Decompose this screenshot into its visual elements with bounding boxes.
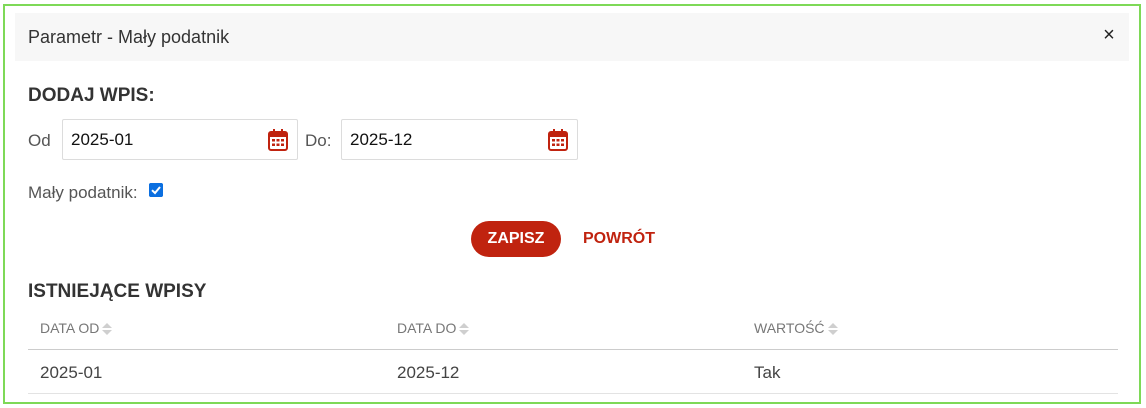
table-row-divider: [28, 393, 1118, 394]
calendar-icon[interactable]: [548, 129, 568, 151]
table-cell-date-from: 2025-01: [40, 363, 103, 382]
from-date-input[interactable]: [71, 120, 251, 159]
save-button[interactable]: ZAPISZ: [471, 221, 561, 257]
from-date-field[interactable]: [62, 119, 298, 160]
to-label: Do:: [305, 131, 332, 150]
table-cell-value: Tak: [754, 363, 781, 382]
add-entry-title: DODAJ WPIS:: [28, 85, 155, 106]
table-header-divider: [28, 349, 1118, 350]
dialog-title: Parametr - Mały podatnik: [28, 27, 230, 47]
sort-icon: [459, 323, 470, 336]
dialog-header: Parametr - Mały podatnik ×: [15, 13, 1129, 61]
column-header-date-from[interactable]: DATA OD: [40, 320, 113, 336]
existing-entries-title: ISTNIEJĄCE WPISY: [28, 281, 207, 302]
to-date-field[interactable]: [341, 119, 578, 160]
small-taxpayer-checkbox[interactable]: [149, 183, 163, 197]
to-date-input[interactable]: [350, 120, 530, 159]
sort-icon: [102, 323, 113, 336]
parameter-dialog: Parametr - Mały podatnik × DODAJ WPIS: O…: [3, 4, 1141, 404]
back-button[interactable]: POWRÓT: [583, 230, 655, 248]
column-header-label: WARTOŚĆ: [754, 320, 825, 336]
close-icon[interactable]: ×: [1097, 23, 1121, 47]
column-header-date-to[interactable]: DATA DO: [397, 320, 470, 336]
calendar-icon[interactable]: [268, 129, 288, 151]
column-header-label: DATA DO: [397, 320, 457, 336]
sort-icon: [827, 323, 838, 336]
column-header-value[interactable]: WARTOŚĆ: [754, 320, 838, 336]
table-cell-date-to: 2025-12: [397, 363, 460, 382]
from-label: Od: [28, 131, 51, 150]
column-header-label: DATA OD: [40, 320, 100, 336]
small-taxpayer-label: Mały podatnik:: [28, 183, 138, 202]
